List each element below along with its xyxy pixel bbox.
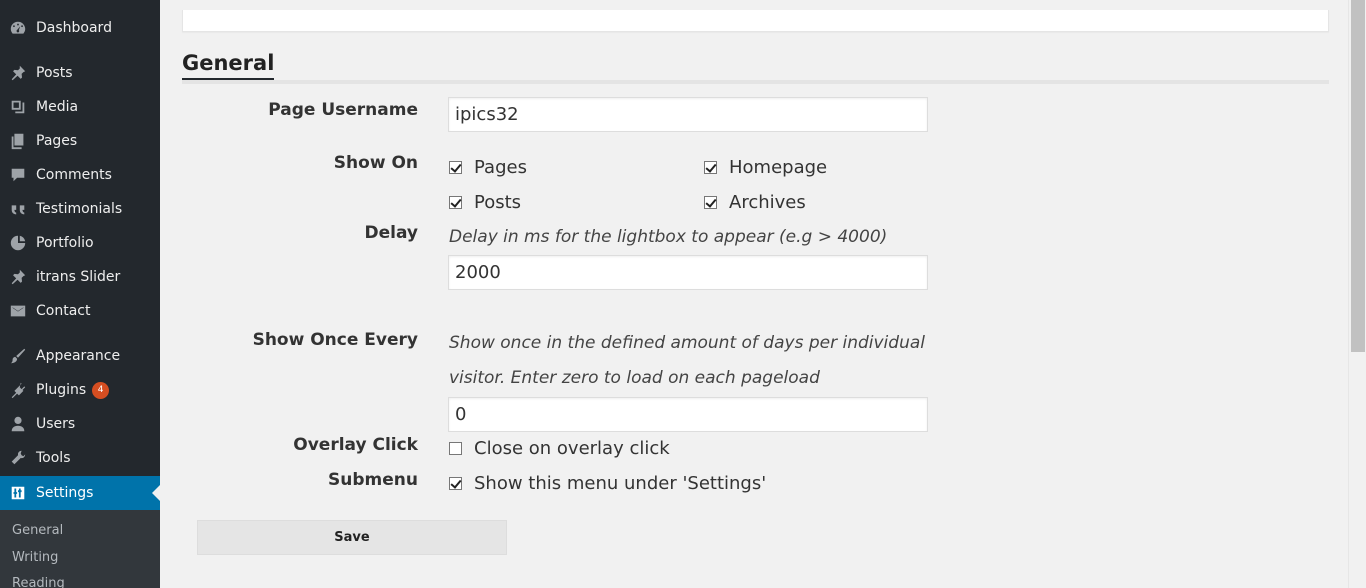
overlay-click-label: Overlay Click [293, 435, 418, 455]
media-icon [8, 97, 28, 117]
wrench-icon [8, 448, 28, 468]
settings-icon [8, 483, 28, 503]
homepage-checkbox[interactable] [704, 161, 717, 174]
pages-option-label: Pages [474, 157, 527, 178]
portfolio-icon [8, 233, 28, 253]
show-on-homepage-option[interactable]: Homepage [704, 157, 827, 178]
sidebar-item-pages[interactable]: Pages [0, 124, 160, 158]
show-once-description-line2: visitor. Enter zero to load on each page… [449, 368, 820, 388]
sidebar-item-itrans-slider[interactable]: itrans Slider [0, 260, 160, 294]
sidebar-item-plugins[interactable]: Plugins 4 [0, 373, 160, 407]
sidebar-item-label: Appearance [36, 348, 121, 364]
sidebar-item-label: Contact [36, 303, 91, 319]
delay-input[interactable]: 2000 [448, 255, 928, 290]
sidebar-item-comments[interactable]: Comments [0, 158, 160, 192]
save-button[interactable]: Save [197, 520, 507, 555]
posts-checkbox[interactable] [449, 196, 462, 209]
page-username-label: Page Username [268, 100, 418, 120]
section-divider [182, 80, 1329, 84]
sidebar-item-label: Comments [36, 167, 112, 183]
sidebar-item-label: Portfolio [36, 235, 94, 251]
submenu-item-reading[interactable]: Reading [12, 576, 65, 588]
sidebar-item-label: Users [36, 416, 76, 432]
sidebar-item-label: Testimonials [36, 201, 123, 217]
overlay-click-checkbox[interactable] [449, 442, 462, 455]
submenu-option-label: Show this menu under 'Settings' [474, 473, 767, 494]
pages-checkbox[interactable] [449, 161, 462, 174]
show-once-input[interactable]: 0 [448, 397, 928, 432]
sidebar-item-label: Media [36, 99, 79, 115]
sidebar-item-settings[interactable]: Settings [0, 476, 160, 510]
sidebar-item-label: Settings [36, 485, 94, 501]
delay-label: Delay [364, 223, 419, 243]
show-on-archives-option[interactable]: Archives [704, 192, 806, 213]
show-on-label: Show On [333, 153, 418, 173]
sidebar-item-testimonials[interactable]: Testimonials [0, 192, 160, 226]
dashboard-icon [8, 18, 28, 38]
sidebar-item-posts[interactable]: Posts [0, 56, 160, 90]
show-once-description-line1: Show once in the defined amount of days … [449, 333, 925, 353]
overlay-click-option-label: Close on overlay click [474, 438, 670, 459]
quote-icon [8, 199, 28, 219]
posts-option-label: Posts [474, 192, 522, 213]
show-on-posts-option[interactable]: Posts [449, 192, 521, 213]
pin-icon [8, 267, 28, 287]
pages-icon [8, 131, 28, 151]
sidebar-item-label: Dashboard [36, 20, 112, 36]
submenu-option[interactable]: Show this menu under 'Settings' [449, 473, 766, 494]
mail-icon [8, 301, 28, 321]
page-scrollbar[interactable] [1348, 0, 1366, 588]
sidebar-item-tools[interactable]: Tools [0, 441, 160, 475]
admin-sidebar: Dashboard Posts Media Pages Comments Tes… [0, 0, 160, 588]
show-on-pages-option[interactable]: Pages [449, 157, 527, 178]
submenu-label: Submenu [328, 470, 418, 490]
submenu-checkbox[interactable] [449, 477, 462, 490]
sidebar-item-users[interactable]: Users [0, 407, 160, 441]
delay-description: Delay in ms for the lightbox to appear (… [449, 227, 888, 247]
homepage-option-label: Homepage [729, 157, 828, 178]
show-once-label: Show Once Every [252, 330, 418, 350]
sidebar-item-portfolio[interactable]: Portfolio [0, 226, 160, 260]
sidebar-item-label: itrans Slider [36, 269, 121, 285]
section-title: General [182, 50, 275, 82]
submenu-item-general[interactable]: General [12, 523, 63, 538]
scrollbar-thumb[interactable] [1351, 0, 1365, 352]
submenu-item-writing[interactable]: Writing [12, 550, 58, 565]
overlay-click-option[interactable]: Close on overlay click [449, 438, 670, 459]
brush-icon [8, 346, 28, 366]
sidebar-item-label: Posts [36, 65, 73, 81]
sidebar-item-media[interactable]: Media [0, 90, 160, 124]
pin-icon [8, 63, 28, 83]
sidebar-item-label: Plugins [36, 382, 87, 398]
plugin-icon [8, 380, 28, 400]
settings-content: General Page Username ipics32 Show On Pa… [160, 0, 1348, 588]
page-username-input[interactable]: ipics32 [448, 97, 928, 132]
settings-submenu: General Writing Reading [0, 510, 160, 588]
sidebar-item-label: Pages [36, 133, 78, 149]
sidebar-item-dashboard[interactable]: Dashboard [0, 11, 160, 45]
sidebar-item-appearance[interactable]: Appearance [0, 339, 160, 373]
sidebar-item-label: Tools [36, 450, 71, 466]
archives-checkbox[interactable] [704, 196, 717, 209]
top-panel [182, 10, 1329, 32]
sidebar-item-contact[interactable]: Contact [0, 294, 160, 328]
user-icon [8, 414, 28, 434]
update-count-badge: 4 [92, 381, 110, 399]
comment-icon [8, 165, 28, 185]
archives-option-label: Archives [729, 192, 806, 213]
